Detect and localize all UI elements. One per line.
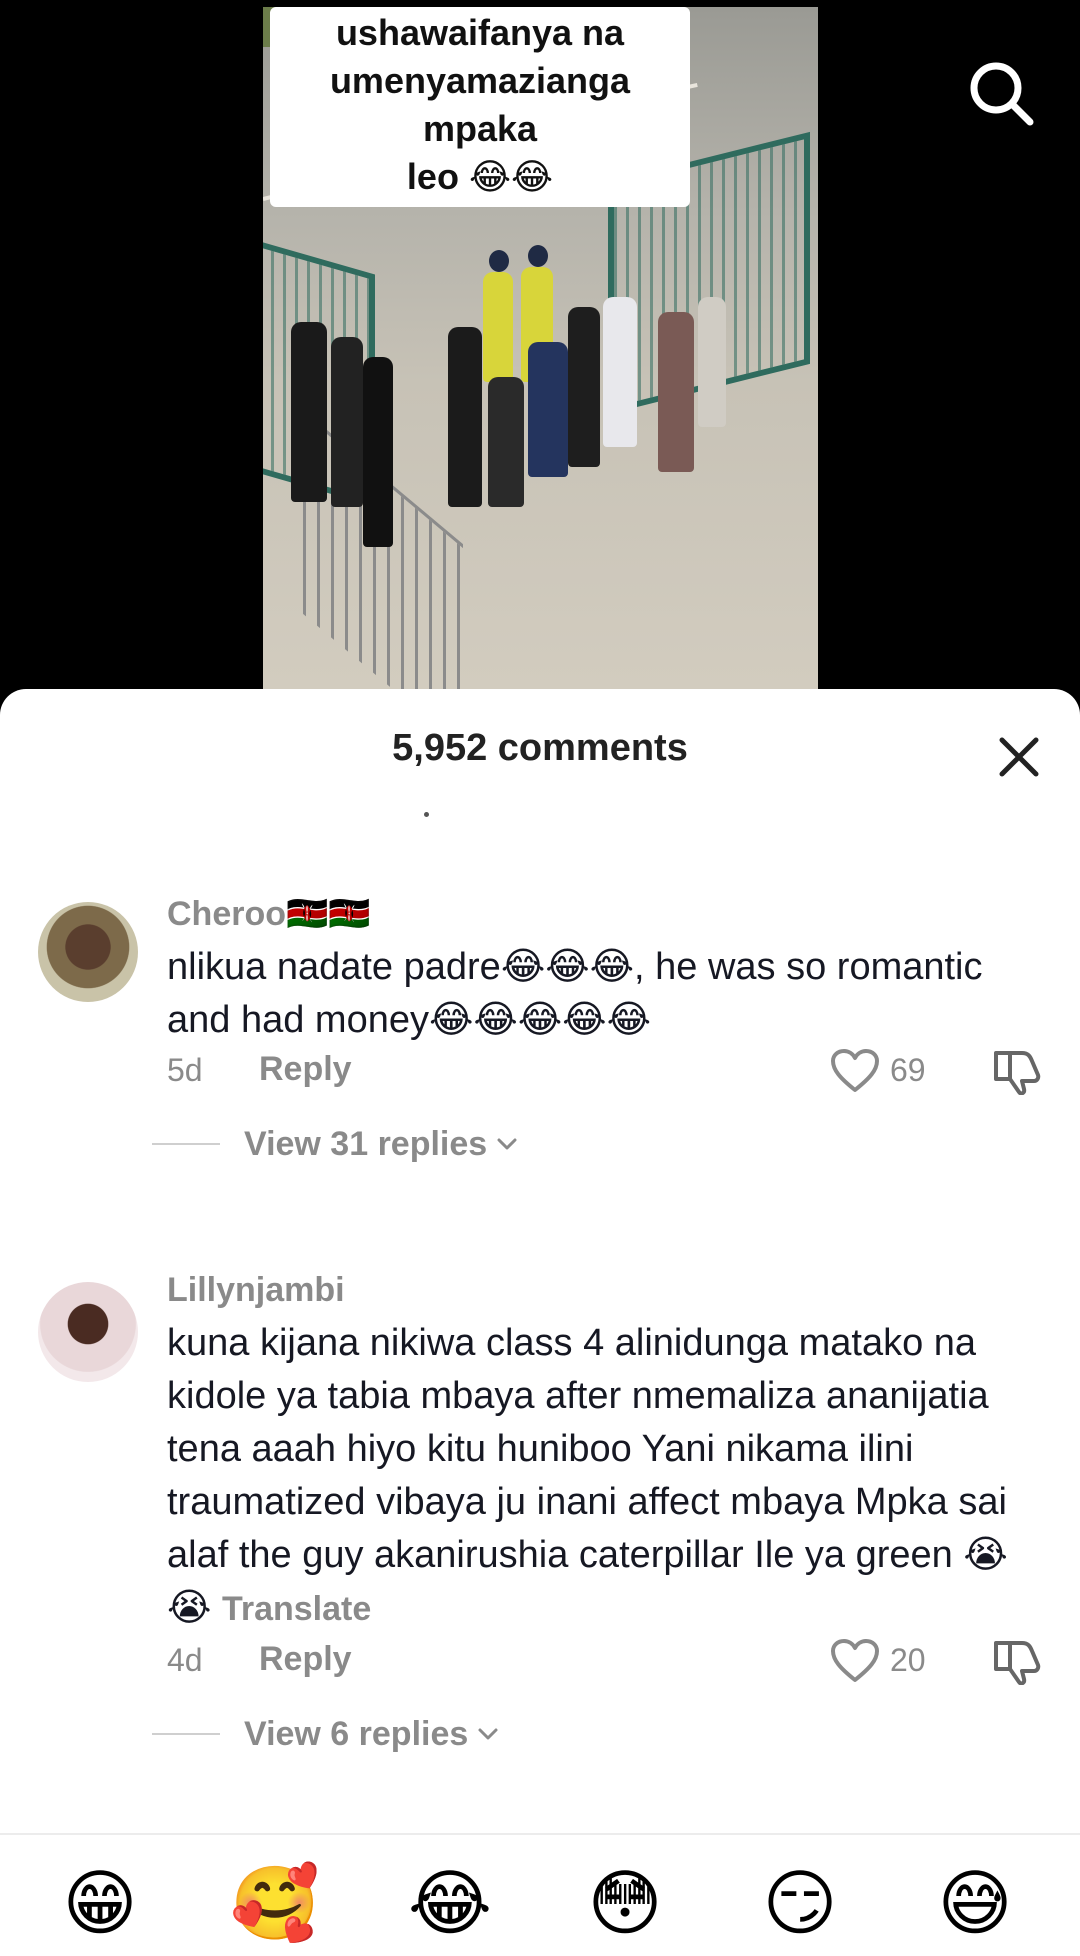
comment-text: nlikua nadate padre😂😂😂, he was so romant… bbox=[167, 946, 983, 1041]
person bbox=[488, 377, 524, 507]
view-replies-label: View 6 replies bbox=[244, 1714, 469, 1753]
person bbox=[658, 312, 694, 472]
comments-count-title: 5,952 comments bbox=[392, 727, 688, 769]
emoji-button[interactable]: 😂 bbox=[405, 1859, 495, 1949]
emoji-button[interactable]: 😳 bbox=[580, 1859, 670, 1949]
person bbox=[528, 342, 568, 477]
like-count: 20 bbox=[890, 1642, 926, 1678]
view-replies-button[interactable]: View 6 replies bbox=[152, 1709, 500, 1759]
caption-line: leo 😂😂 bbox=[406, 156, 554, 197]
reply-button[interactable]: Reply bbox=[259, 1050, 352, 1089]
heart-icon[interactable] bbox=[830, 1638, 880, 1684]
search-icon[interactable] bbox=[966, 58, 1036, 128]
comment-time: 5d bbox=[167, 1052, 203, 1088]
person bbox=[603, 297, 637, 447]
comment-username[interactable]: Cheroo🇰🇪🇰🇪 bbox=[167, 894, 371, 934]
person bbox=[448, 327, 482, 507]
loading-dot bbox=[424, 812, 429, 817]
emoji-button[interactable]: 😏 bbox=[755, 1859, 845, 1949]
translate-link[interactable]: Translate bbox=[222, 1590, 371, 1628]
caption-line: ushawaifanya na bbox=[335, 12, 625, 53]
person bbox=[363, 357, 393, 547]
emoji-quick-bar: 😁 🥰 😂 😳 😏 😅 bbox=[0, 1859, 1080, 1949]
chevron-down-icon bbox=[478, 1728, 498, 1740]
person-head bbox=[489, 250, 509, 272]
chevron-down-icon bbox=[497, 1138, 517, 1150]
person-officer bbox=[483, 272, 513, 382]
comments-sheet: 5,952 comments Cheroo🇰🇪🇰🇪 nlikua nadate … bbox=[0, 689, 1080, 1956]
heart-icon[interactable] bbox=[830, 1048, 880, 1094]
divider-line bbox=[152, 1143, 220, 1145]
emoji-button[interactable]: 😅 bbox=[930, 1859, 1020, 1949]
close-icon[interactable] bbox=[994, 732, 1044, 782]
emoji-button[interactable]: 🥰 bbox=[230, 1859, 320, 1949]
reply-button[interactable]: Reply bbox=[259, 1640, 352, 1679]
person-head bbox=[528, 245, 548, 267]
avatar[interactable] bbox=[38, 902, 138, 1002]
thumbs-down-icon[interactable] bbox=[992, 1637, 1044, 1686]
comment-username[interactable]: Lillynjambi bbox=[167, 1271, 345, 1310]
view-replies-button[interactable]: View 31 replies bbox=[152, 1119, 519, 1169]
comment-text-body: kuna kijana nikiwa class 4 alinidunga ma… bbox=[167, 1322, 1008, 1629]
emoji-bar-divider bbox=[0, 1833, 1080, 1835]
comment-text: kuna kijana nikiwa class 4 alinidunga ma… bbox=[167, 1317, 1047, 1636]
caption-line: umenyamazianga mpaka bbox=[329, 60, 631, 149]
video-player[interactable]: ushawaifanya na umenyamazianga mpaka leo… bbox=[0, 0, 1080, 700]
divider-line bbox=[152, 1733, 220, 1735]
comment-time: 4d bbox=[167, 1642, 203, 1678]
video-caption: ushawaifanya na umenyamazianga mpaka leo… bbox=[270, 7, 690, 207]
person bbox=[698, 297, 726, 427]
like-count: 69 bbox=[890, 1052, 926, 1088]
person bbox=[331, 337, 363, 507]
person bbox=[291, 322, 327, 502]
video-frame: ushawaifanya na umenyamazianga mpaka leo… bbox=[263, 7, 818, 689]
thumbs-down-icon[interactable] bbox=[992, 1047, 1044, 1096]
person bbox=[568, 307, 600, 467]
view-replies-label: View 31 replies bbox=[244, 1124, 488, 1163]
avatar[interactable] bbox=[38, 1282, 138, 1382]
emoji-button[interactable]: 😁 bbox=[55, 1859, 145, 1949]
